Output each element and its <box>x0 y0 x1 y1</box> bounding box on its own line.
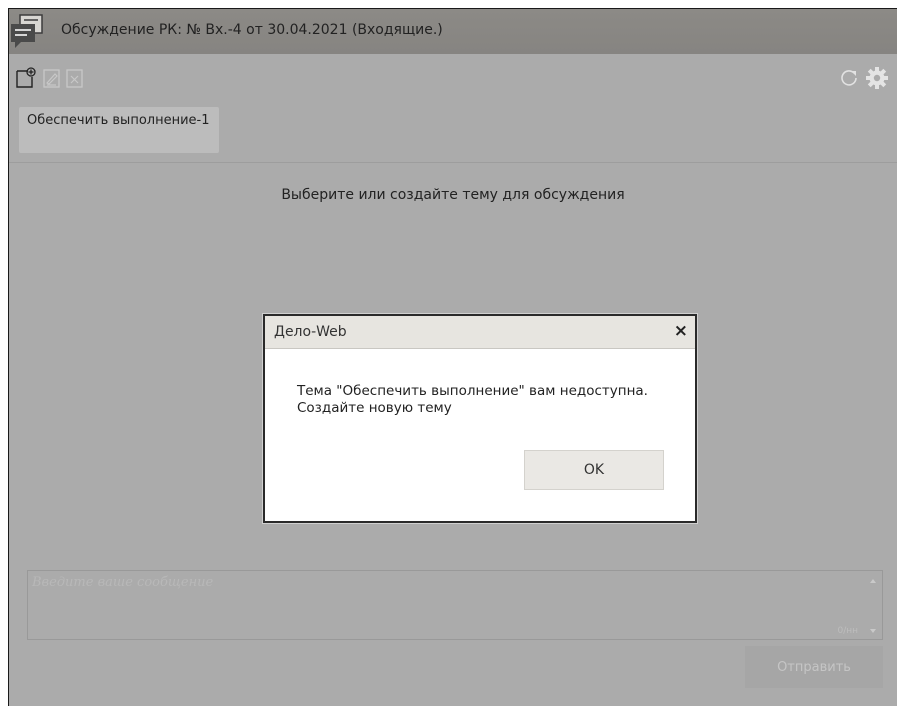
alert-dialog: Дело-Web × Тема "Обеспечить выполнение" … <box>263 314 697 523</box>
ok-button[interactable]: OK <box>524 450 664 490</box>
char-counter: 0/нн <box>837 626 858 636</box>
topic-tab[interactable]: Обеспечить выполнение-1 <box>19 107 219 153</box>
discussion-window: Обсуждение РК: № Вх.-4 от 30.04.2021 (Вх… <box>8 8 897 706</box>
message-placeholder: Введите ваше сообщение <box>32 575 214 590</box>
window-titlebar: Обсуждение РК: № Вх.-4 от 30.04.2021 (Вх… <box>9 9 897 54</box>
scroll-up-icon <box>870 579 876 583</box>
topics-toolbar <box>9 54 897 104</box>
empty-state-hint: Выберите или создайте тему для обсуждени… <box>281 187 625 203</box>
dialog-header: Дело-Web × <box>265 316 695 349</box>
header-divider <box>9 162 897 163</box>
dialog-title: Дело-Web <box>274 324 347 340</box>
settings-gear-icon[interactable] <box>865 66 889 90</box>
add-topic-icon[interactable] <box>15 67 37 89</box>
send-button[interactable]: Отправить <box>745 646 883 688</box>
delete-topic-icon[interactable] <box>64 67 86 89</box>
dialog-message: Тема "Обеспечить выполнение" вам недосту… <box>297 383 677 417</box>
close-icon[interactable]: × <box>674 321 688 341</box>
chat-app-icon <box>11 14 43 48</box>
topic-tab-label: Обеспечить выполнение-1 <box>27 113 210 128</box>
message-input[interactable]: Введите ваше сообщение 0/нн <box>27 570 883 640</box>
dialog-message-line-2: Создайте новую тему <box>297 400 452 416</box>
dialog-message-line-1: Тема "Обеспечить выполнение" вам недосту… <box>297 383 648 399</box>
scroll-down-icon <box>870 629 876 633</box>
message-scrollbar[interactable] <box>868 574 878 638</box>
edit-topic-icon[interactable] <box>41 67 63 89</box>
window-title: Обсуждение РК: № Вх.-4 от 30.04.2021 (Вх… <box>61 22 443 38</box>
refresh-icon[interactable] <box>837 66 861 90</box>
